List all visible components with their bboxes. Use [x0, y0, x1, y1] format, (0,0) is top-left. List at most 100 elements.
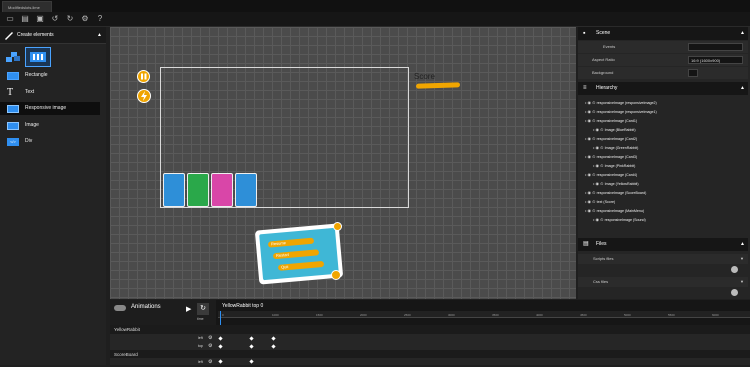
expand-arrow-icon[interactable]: ▼: [740, 254, 744, 264]
scene-header[interactable]: ▪ Scene ▲: [578, 27, 748, 40]
yellow-rabbit-card[interactable]: [235, 173, 257, 207]
blue-rabbit-card[interactable]: [163, 173, 185, 207]
visibility-lock-icon[interactable]: • ◉ ⊙: [585, 208, 597, 213]
hierarchy-item[interactable]: • ◉ ⊙ Image (YellowRabbit): [593, 179, 639, 188]
events-select[interactable]: [688, 43, 743, 51]
hierarchy-item[interactable]: • ◉ ⊙ responsiveImage (MainMenu): [585, 206, 644, 215]
track-scoreboard-left[interactable]: left ⚙: [110, 358, 750, 365]
collapse-arrow-icon[interactable]: ▲: [740, 82, 745, 95]
visibility-lock-icon[interactable]: • ◉ ⊙: [593, 127, 605, 132]
ruler-tick: 5500: [668, 313, 675, 317]
animations-title: Animations: [131, 304, 161, 310]
hierarchy-header[interactable]: ≡ Hierarchy ▲: [578, 82, 748, 95]
background-row: Background: [578, 67, 748, 79]
pencil-icon: [5, 32, 13, 40]
green-rabbit-card[interactable]: [187, 173, 209, 207]
css-files-row[interactable]: Css files ▼: [578, 277, 748, 287]
time-field[interactable]: time: [197, 317, 204, 321]
track-group-yellowrabbit[interactable]: YellowRabbit: [110, 325, 750, 334]
ruler-tick: 2500: [404, 313, 411, 317]
expand-arrow-icon[interactable]: ▼: [740, 277, 744, 287]
hierarchy-item[interactable]: • ◉ ⊙ Image (BlueRabbit): [593, 125, 636, 134]
save-icon[interactable]: ▣: [35, 14, 45, 24]
div-icon: </>: [7, 138, 19, 146]
visibility-lock-icon[interactable]: • ◉ ⊙: [593, 217, 605, 222]
scripts-files-row[interactable]: Scripts files ▼: [578, 254, 748, 264]
visibility-lock-icon[interactable]: • ◉ ⊙: [585, 172, 597, 177]
redo-icon[interactable]: ↻: [65, 14, 75, 24]
visibility-lock-icon[interactable]: • ◉ ⊙: [585, 109, 597, 114]
hierarchy-item[interactable]: • ◉ ⊙ responsiveImage (Card3): [585, 152, 637, 161]
current-animation-label: YellowRabbit top 0: [222, 303, 264, 309]
collapse-arrow-icon[interactable]: ▲: [97, 27, 102, 43]
hierarchy-item[interactable]: • ◉ ⊙ responsiveImage (Card2): [585, 134, 637, 143]
gear-icon[interactable]: ⚙: [208, 358, 212, 367]
aspect-ratio-select[interactable]: 16:9 (1600x900): [688, 56, 743, 64]
settings-icon[interactable]: ⚙: [80, 14, 90, 24]
new-file-icon[interactable]: ▭: [5, 14, 15, 24]
main-menu-panel[interactable]: Resume Restart Quit: [254, 223, 344, 285]
hierarchy-item[interactable]: • ◉ ⊙ responsiveImage (Card4): [585, 170, 637, 179]
blocks-icon[interactable]: [5, 50, 21, 64]
hierarchy-item[interactable]: • ◉ ⊙ Image (GreenRabbit): [593, 143, 638, 152]
reset-icon[interactable]: ↻: [197, 303, 209, 315]
responsive-image-icon: [7, 105, 19, 113]
visibility-lock-icon[interactable]: • ◉ ⊙: [585, 199, 597, 204]
image-icon: [7, 122, 19, 130]
hierarchy-item[interactable]: • ◉ ⊙ responsiveImage (ScoreBoard): [585, 188, 646, 197]
file-tab[interactable]: Modifiedslots.lime: [2, 1, 52, 12]
add-script-button[interactable]: [731, 266, 738, 273]
hierarchy-item[interactable]: • ◉ ⊙ responsiveImage (responsiveImage2): [585, 98, 657, 107]
visibility-lock-icon[interactable]: • ◉ ⊙: [593, 181, 605, 186]
create-elements-header[interactable]: Create elements ▲: [0, 27, 106, 44]
ruler-tick: 3000: [448, 313, 455, 317]
ruler-tick: 4000: [536, 313, 543, 317]
visibility-lock-icon[interactable]: • ◉ ⊙: [593, 163, 605, 168]
visibility-lock-icon[interactable]: • ◉ ⊙: [585, 154, 597, 159]
hierarchy-item[interactable]: • ◉ ⊙ responsiveImage (responsiveImage1): [585, 107, 657, 116]
create-div-item[interactable]: </> Div: [0, 135, 100, 148]
play-icon[interactable]: ▶: [186, 305, 191, 313]
sound-icon[interactable]: [331, 270, 341, 280]
open-folder-icon[interactable]: ▤: [20, 14, 30, 24]
scene-icon: ▪: [583, 30, 586, 37]
animations-toggle[interactable]: [114, 305, 126, 311]
pause-button[interactable]: [137, 70, 150, 83]
ruler-tick: 1000: [272, 313, 279, 317]
power-up-button[interactable]: [137, 89, 151, 103]
visibility-lock-icon[interactable]: • ◉ ⊙: [585, 118, 597, 123]
background-color-swatch[interactable]: [688, 69, 698, 77]
add-css-button[interactable]: [731, 289, 738, 296]
help-icon[interactable]: ?: [95, 14, 105, 24]
ruler-tick: 4500: [580, 313, 587, 317]
hierarchy-item[interactable]: • ◉ ⊙ responsiveImage (Sound): [593, 215, 646, 224]
aspect-ratio-row: Aspect Ratio 16:9 (1600x900): [578, 54, 748, 66]
visibility-lock-icon[interactable]: • ◉ ⊙: [593, 145, 605, 150]
create-text-item[interactable]: T Text: [0, 86, 100, 99]
visibility-lock-icon[interactable]: • ◉ ⊙: [585, 136, 597, 141]
toolbar: ▭ ▤ ▣ ↺ ↻ ⚙ ?: [0, 12, 750, 27]
text-icon: T: [7, 87, 14, 98]
pink-rabbit-card[interactable]: [211, 173, 233, 207]
hierarchy-icon: ≡: [583, 85, 587, 91]
files-icon: ▤: [583, 241, 589, 247]
files-header[interactable]: ▤ Files ▲: [578, 238, 748, 251]
visibility-lock-icon[interactable]: • ◉ ⊙: [585, 190, 597, 195]
hierarchy-item[interactable]: • ◉ ⊙ text (Score): [585, 197, 615, 206]
responsive-layout-icon[interactable]: [25, 47, 51, 67]
create-rectangle-item[interactable]: Rectangle: [0, 69, 100, 82]
collapse-arrow-icon[interactable]: ▲: [740, 27, 745, 40]
collapse-arrow-icon[interactable]: ▲: [740, 238, 745, 251]
events-row: Events: [578, 41, 748, 53]
create-image-item[interactable]: Image: [0, 119, 100, 132]
create-responsive-image-item[interactable]: Responsive image: [0, 102, 100, 115]
visibility-lock-icon[interactable]: • ◉ ⊙: [585, 100, 597, 105]
undo-icon[interactable]: ↺: [50, 14, 60, 24]
score-label[interactable]: Score: [414, 72, 435, 81]
ruler-tick: 3500: [492, 313, 499, 317]
hierarchy-item[interactable]: • ◉ ⊙ responsiveImage (Card1): [585, 116, 637, 125]
tab-bar: [0, 0, 750, 12]
close-icon[interactable]: [333, 222, 342, 231]
ruler-tick: 6000: [712, 313, 719, 317]
hierarchy-item[interactable]: • ◉ ⊙ Image (PinkRabbit): [593, 161, 635, 170]
